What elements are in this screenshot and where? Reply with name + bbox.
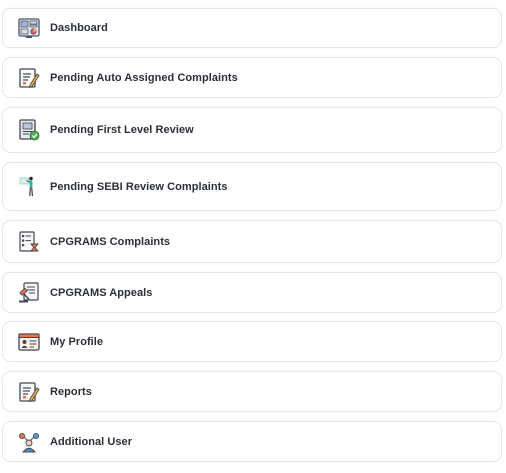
menu-item-label: Dashboard (50, 22, 108, 34)
certificate-check-icon (17, 118, 41, 142)
menu-item-cpgrams-appeals[interactable]: CPGRAMS Appeals (2, 272, 502, 313)
dashboard-icon (17, 16, 41, 40)
menu-item-pending-sebi-review[interactable]: Pending SEBI Review Complaints (2, 162, 502, 211)
checklist-hourglass-icon (17, 230, 41, 254)
menu-item-label: Pending First Level Review (50, 124, 194, 136)
menu-item-cpgrams-complaints[interactable]: CPGRAMS Complaints (2, 220, 502, 263)
gavel-document-icon (17, 281, 41, 305)
menu-item-label: CPGRAMS Appeals (50, 286, 153, 299)
menu-item-my-profile[interactable]: My Profile (2, 321, 502, 362)
menu-item-dashboard[interactable]: Dashboard (2, 8, 502, 48)
menu-item-label: CPGRAMS Complaints (50, 235, 171, 248)
menu-item-label: My Profile (50, 335, 104, 348)
menu-item-pending-first-level-review[interactable]: Pending First Level Review (2, 107, 502, 153)
menu-item-pending-auto-assigned[interactable]: Pending Auto Assigned Complaints (2, 57, 502, 98)
report-pen-icon (17, 380, 41, 404)
users-network-icon (17, 430, 41, 454)
document-pen-icon (17, 66, 41, 90)
menu-item-label: Reports (50, 385, 92, 398)
menu-item-label: Additional User (50, 435, 133, 448)
side-menu: Dashboard Pending Auto Assigned Complain… (0, 0, 506, 473)
menu-item-label: Pending Auto Assigned Complaints (50, 71, 238, 84)
id-card-icon (17, 330, 41, 354)
person-presenting-icon (17, 175, 41, 199)
menu-item-additional-user[interactable]: Additional User (2, 421, 502, 462)
menu-item-reports[interactable]: Reports (2, 371, 502, 412)
menu-item-label: Pending SEBI Review Complaints (50, 180, 228, 193)
